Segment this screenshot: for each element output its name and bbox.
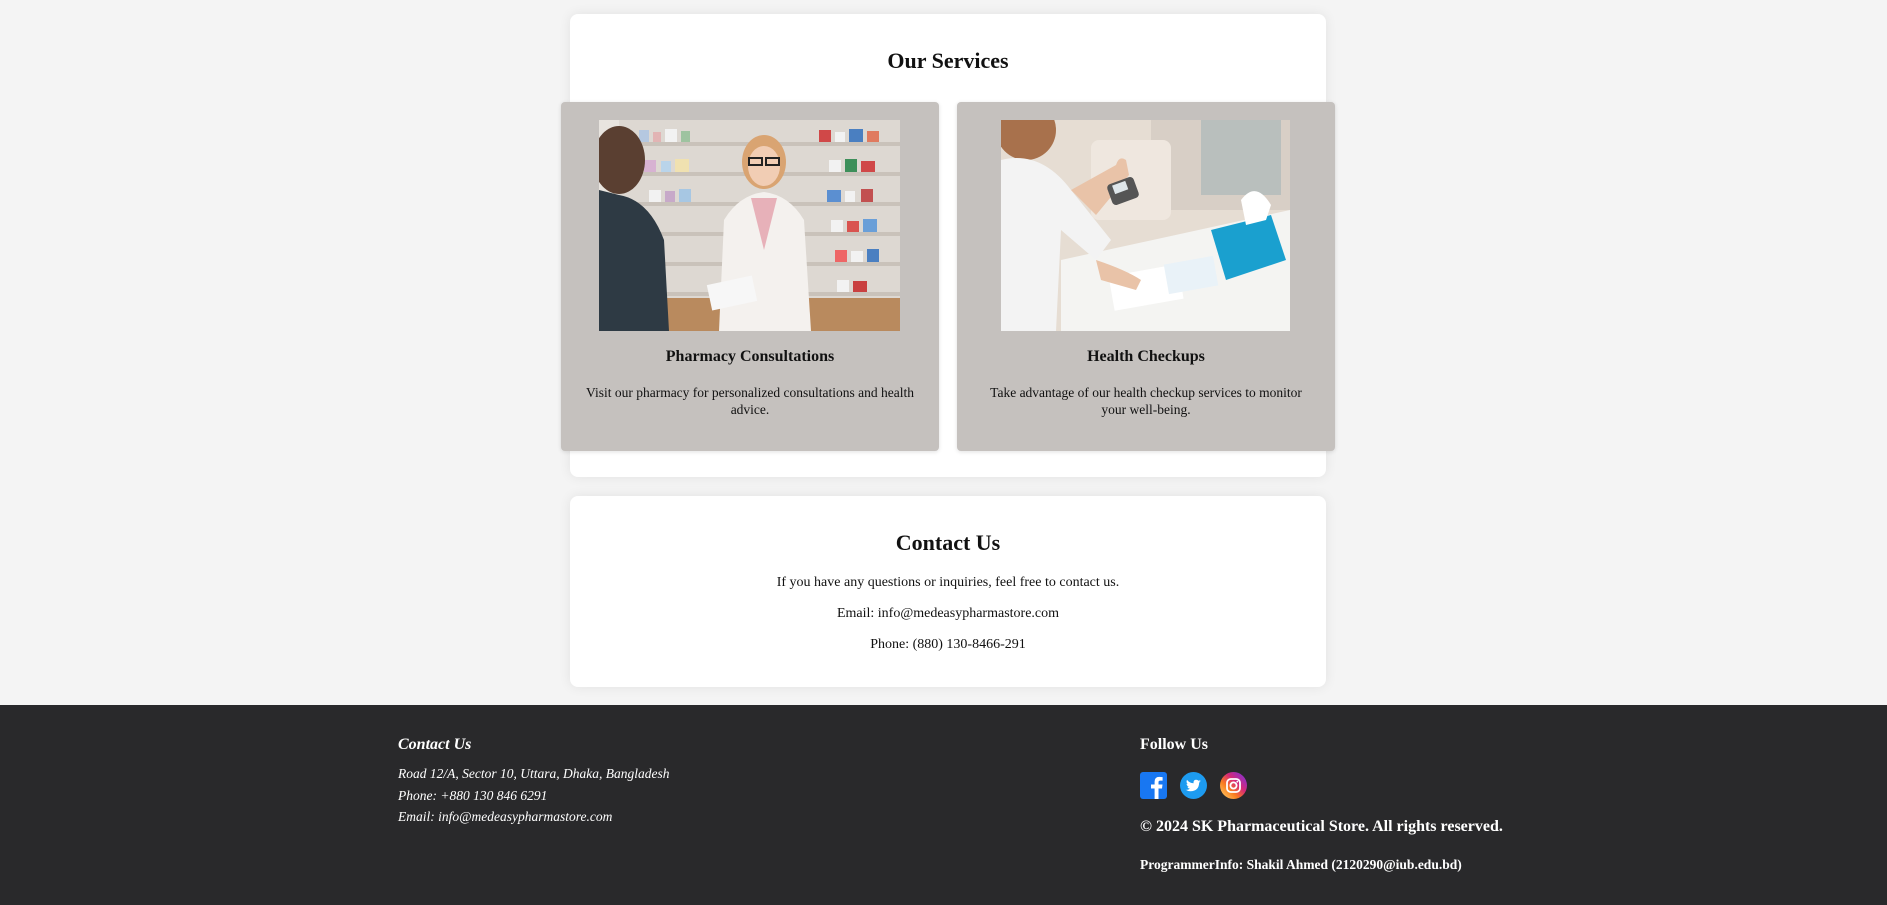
copyright-text: © 2024 SK Pharmaceutical Store. All righ… (1140, 818, 1503, 835)
contact-title: Contact Us (895, 530, 1001, 555)
service-card-health-checkups: Health Checkups Take advantage of our he… (957, 102, 1335, 451)
footer-phone: Phone: +880 130 846 6291 (398, 787, 548, 803)
contact-email: Email: info@medeasypharmastore.com (836, 606, 1060, 621)
services-title: Our Services (887, 48, 1009, 73)
follow-title: Follow Us (1140, 736, 1208, 753)
blood-pressure-checkup-photo (1001, 120, 1290, 331)
service-description: Take advantage of our health checkup ser… (990, 385, 1302, 417)
service-description: Visit our pharmacy for personalized cons… (586, 385, 914, 417)
footer-contact: Contact Us Road 12/A, Sector 10, Uttara,… (398, 736, 669, 828)
service-card-pharmacy-consultations: Pharmacy Consultations Visit our pharmac… (561, 102, 939, 451)
contact-phone: Phone: (880) 130-8466-291 (870, 637, 1026, 652)
pharmacist-consultation-photo (599, 120, 900, 331)
footer-follow: Follow Us © 2024 SK Pharmaceutical Store… (1140, 736, 1503, 872)
facebook-icon[interactable] (1140, 772, 1167, 799)
footer-email: Email: info@medeasypharmastore.com (398, 809, 613, 824)
contact-intro: If you have any questions or inquiries, … (776, 575, 1120, 590)
twitter-icon[interactable] (1180, 772, 1207, 799)
site-footer: Contact Us Road 12/A, Sector 10, Uttara,… (0, 705, 1887, 905)
instagram-icon[interactable] (1220, 772, 1247, 799)
service-title: Pharmacy Consultations (665, 348, 835, 365)
footer-contact-title: Contact Us (398, 736, 472, 753)
social-links (1140, 772, 1247, 799)
programmer-info: ProgrammerInfo: Shakil Ahmed (2120290@iu… (1140, 857, 1462, 872)
contact-section: Contact Us If you have any questions or … (570, 496, 1326, 687)
footer-address: Road 12/A, Sector 10, Uttara, Dhaka, Ban… (398, 766, 670, 781)
service-title: Health Checkups (1087, 348, 1205, 365)
